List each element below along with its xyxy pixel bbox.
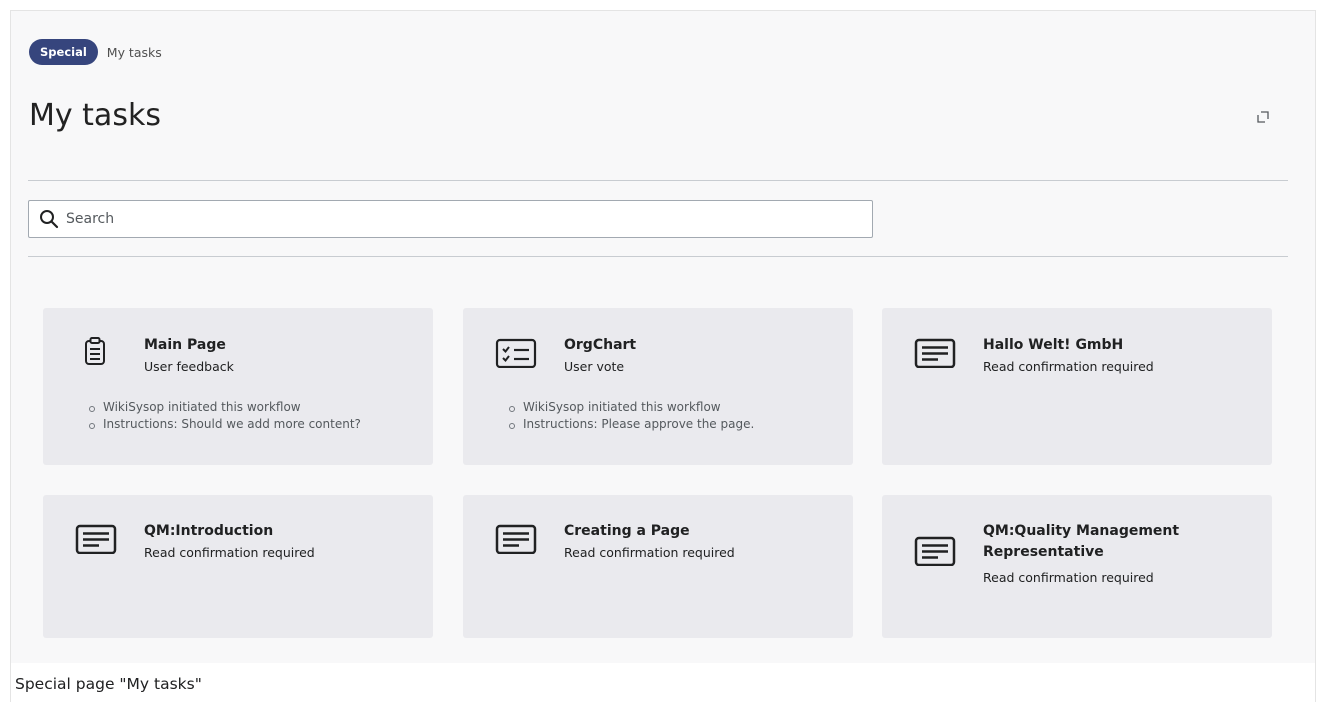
card-title: OrgChart bbox=[564, 337, 637, 353]
task-card-hallo-welt[interactable]: Hallo Welt! GmbH Read confirmation requi… bbox=[882, 308, 1272, 465]
card-subtitle: Read confirmation required bbox=[983, 359, 1154, 374]
card-detail-item: Instructions: Please approve the page. bbox=[509, 416, 754, 433]
card-details: WikiSysop initiated this workflow Instru… bbox=[89, 399, 361, 433]
card-title: Creating a Page bbox=[564, 523, 690, 539]
card-subtitle: User vote bbox=[564, 359, 625, 374]
divider-top bbox=[28, 180, 1288, 181]
divider-bottom bbox=[28, 256, 1288, 257]
breadcrumb: Special My tasks bbox=[29, 39, 162, 65]
task-card-orgchart[interactable]: OrgChart User vote WikiSysop initiated t… bbox=[463, 308, 853, 465]
search-icon bbox=[40, 210, 59, 229]
card-subtitle: User feedback bbox=[144, 359, 234, 374]
image-caption: Special page "My tasks" bbox=[15, 675, 202, 693]
search-box[interactable] bbox=[28, 200, 873, 238]
card-detail-item: WikiSysop initiated this workflow bbox=[89, 399, 361, 416]
card-subtitle: Read confirmation required bbox=[144, 545, 315, 560]
search-input[interactable] bbox=[66, 201, 872, 237]
page-title: My tasks bbox=[29, 98, 161, 133]
card-title: Main Page bbox=[144, 337, 226, 353]
clipboard-icon bbox=[85, 337, 105, 365]
expand-icon[interactable] bbox=[1256, 110, 1270, 124]
card-title: Hallo Welt! GmbH bbox=[983, 337, 1124, 353]
document-lines-icon bbox=[914, 338, 956, 368]
document-lines-icon bbox=[495, 524, 537, 554]
card-title: QM:Introduction bbox=[144, 523, 274, 539]
special-badge[interactable]: Special bbox=[29, 39, 98, 65]
task-card-qm-introduction[interactable]: QM:Introduction Read confirmation requir… bbox=[43, 495, 433, 638]
breadcrumb-current: My tasks bbox=[106, 44, 162, 60]
card-detail-item: WikiSysop initiated this workflow bbox=[509, 399, 754, 416]
task-card-main-page[interactable]: Main Page User feedback WikiSysop initia… bbox=[43, 308, 433, 465]
card-details: WikiSysop initiated this workflow Instru… bbox=[509, 399, 754, 433]
task-card-creating-a-page[interactable]: Creating a Page Read confirmation requir… bbox=[463, 495, 853, 638]
checklist-icon bbox=[495, 338, 537, 368]
card-title: QM:Quality Management Representative bbox=[983, 523, 1180, 560]
card-subtitle: Read confirmation required bbox=[564, 545, 735, 560]
task-card-qm-quality-management[interactable]: QM:Quality Management Representative Rea… bbox=[882, 495, 1272, 638]
document-lines-icon bbox=[914, 536, 956, 566]
document-lines-icon bbox=[75, 524, 117, 554]
card-detail-item: Instructions: Should we add more content… bbox=[89, 416, 361, 433]
card-subtitle: Read confirmation required bbox=[983, 570, 1154, 585]
